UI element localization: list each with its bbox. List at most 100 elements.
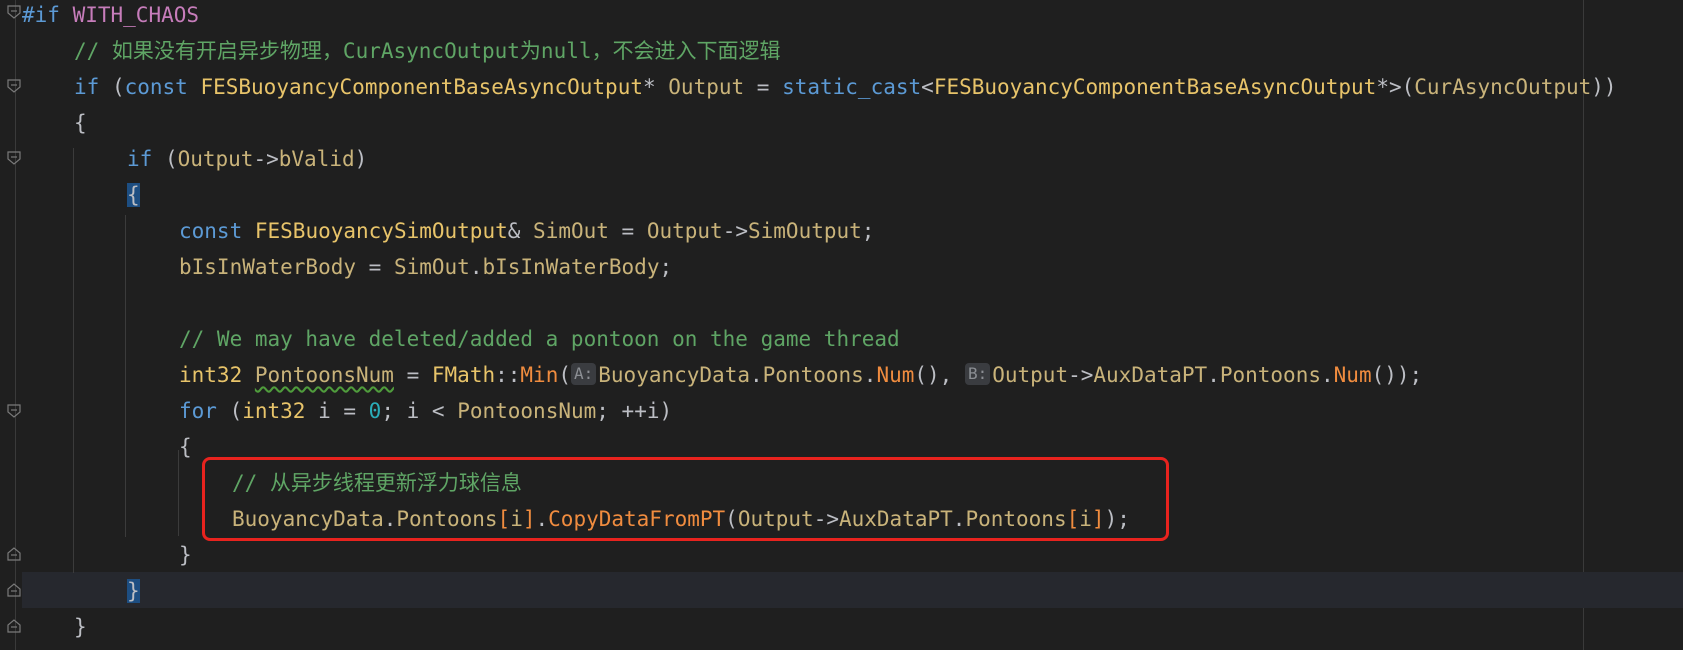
variable: Output bbox=[992, 363, 1069, 387]
function-name: Min bbox=[520, 363, 559, 387]
variable: BuoyancyData bbox=[598, 363, 750, 387]
punctuation: ( bbox=[99, 75, 125, 99]
keyword: const bbox=[124, 75, 188, 99]
code-line[interactable]: if (const FESBuoyancyComponentBaseAsyncO… bbox=[74, 69, 1617, 105]
field: bValid bbox=[278, 147, 355, 171]
variable: CurAsyncOutput bbox=[1414, 75, 1592, 99]
variable: bIsInWaterBody bbox=[179, 255, 357, 279]
variable: PontoonsNum bbox=[457, 399, 597, 423]
type-name: FESBuoyancyComponentBaseAsyncOutput bbox=[933, 75, 1377, 99]
code-line[interactable]: } bbox=[74, 609, 87, 645]
code-line[interactable]: { bbox=[179, 429, 192, 465]
function-name: Num bbox=[876, 363, 915, 387]
punctuation: = bbox=[744, 75, 783, 99]
punctuation: ()); bbox=[1371, 363, 1423, 387]
preprocessor-directive: #if bbox=[22, 3, 60, 27]
variable: Output bbox=[177, 147, 254, 171]
code-line[interactable]: #if WITH_CHAOS bbox=[22, 0, 199, 33]
field: SimOutput bbox=[748, 219, 862, 243]
macro-name: WITH_CHAOS bbox=[72, 3, 200, 27]
fold-open-icon[interactable] bbox=[7, 404, 21, 418]
code-line[interactable]: // 如果没有开启异步物理，CurAsyncOutput为null，不会进入下面… bbox=[74, 33, 781, 69]
code-editor[interactable]: #if WITH_CHAOS // 如果没有开启异步物理，CurAsyncOut… bbox=[0, 0, 1683, 650]
variable: Output bbox=[668, 75, 745, 99]
code-line[interactable]: { bbox=[127, 177, 140, 213]
parameter-hint: A: bbox=[571, 363, 597, 385]
punctuation: -> bbox=[253, 147, 279, 171]
variable: PontoonsNum bbox=[254, 363, 394, 387]
fold-close-icon[interactable] bbox=[7, 583, 21, 597]
punctuation bbox=[242, 363, 255, 387]
field: bIsInWaterBody bbox=[482, 255, 660, 279]
indent-guide bbox=[73, 148, 74, 573]
punctuation: ; bbox=[861, 219, 875, 243]
code-line[interactable]: int32 PontoonsNum = FMath::Min(A: Buoyanc… bbox=[179, 357, 1422, 393]
variable: Output bbox=[646, 219, 723, 243]
code-line[interactable]: // We may have deleted/added a pontoon o… bbox=[179, 321, 900, 357]
matched-brace: } bbox=[127, 579, 140, 603]
fold-open-icon[interactable] bbox=[7, 5, 21, 19]
field: Pontoons bbox=[1219, 363, 1321, 387]
punctuation: )) bbox=[1591, 75, 1617, 99]
fold-close-icon[interactable] bbox=[7, 547, 21, 561]
function-name: Num bbox=[1333, 363, 1372, 387]
number-literal: 0 bbox=[368, 399, 382, 423]
keyword: if bbox=[74, 75, 100, 99]
punctuation: . bbox=[749, 363, 763, 387]
fold-open-icon[interactable] bbox=[7, 79, 21, 93]
type-name: int32 bbox=[242, 399, 306, 423]
brace: } bbox=[74, 615, 87, 639]
punctuation: = bbox=[608, 219, 647, 243]
annotation-highlight-box bbox=[202, 457, 1169, 541]
punctuation: -> bbox=[722, 219, 748, 243]
current-line-highlight bbox=[22, 572, 1683, 608]
punctuation: = bbox=[393, 363, 432, 387]
punctuation: ) bbox=[354, 147, 368, 171]
matched-brace: { bbox=[127, 183, 140, 207]
punctuation: ; bbox=[659, 255, 673, 279]
punctuation: -> bbox=[1068, 363, 1094, 387]
punctuation: . bbox=[469, 255, 483, 279]
punctuation: . bbox=[1321, 363, 1334, 387]
punctuation: :: bbox=[495, 363, 521, 387]
punctuation: . bbox=[1207, 363, 1220, 387]
brace: { bbox=[74, 111, 87, 135]
keyword: static_cast bbox=[782, 75, 922, 99]
brace: } bbox=[179, 543, 192, 567]
punctuation: ; i < bbox=[381, 399, 458, 423]
field: Pontoons bbox=[762, 363, 864, 387]
fold-open-icon[interactable] bbox=[7, 151, 21, 165]
type-name: FESBuoyancySimOutput bbox=[254, 219, 508, 243]
punctuation: ( bbox=[216, 399, 243, 423]
punctuation: ( bbox=[152, 147, 178, 171]
punctuation: ; ++i) bbox=[596, 399, 673, 423]
punctuation: (), bbox=[914, 363, 965, 387]
field: AuxDataPT bbox=[1093, 363, 1208, 387]
comment: // We may have deleted/added a pontoon o… bbox=[179, 327, 900, 351]
punctuation: *>( bbox=[1376, 75, 1415, 99]
punctuation: ( bbox=[558, 363, 571, 387]
keyword: if bbox=[127, 147, 153, 171]
indent-guide bbox=[125, 215, 126, 537]
code-line[interactable]: } bbox=[179, 537, 192, 573]
punctuation: i = bbox=[305, 399, 369, 423]
punctuation: = bbox=[356, 255, 394, 279]
code-line[interactable]: const FESBuoyancySimOutput& SimOut = Out… bbox=[179, 213, 874, 249]
code-line[interactable]: } bbox=[127, 573, 140, 609]
code-line[interactable]: bIsInWaterBody = SimOut.bIsInWaterBody; bbox=[179, 249, 672, 285]
variable: SimOut bbox=[533, 219, 609, 243]
punctuation: * bbox=[642, 75, 669, 99]
keyword: for bbox=[179, 399, 217, 423]
code-line[interactable]: for (int32 i = 0; i < PontoonsNum; ++i) bbox=[179, 393, 672, 429]
brace: { bbox=[179, 435, 192, 459]
variable: SimOut bbox=[393, 255, 470, 279]
type-name: FMath bbox=[431, 363, 496, 387]
type-name: int32 bbox=[179, 363, 243, 387]
code-line[interactable]: { bbox=[74, 105, 87, 141]
type-name: FESBuoyancyComponentBaseAsyncOutput bbox=[200, 75, 643, 99]
code-line[interactable]: if (Output->bValid) bbox=[127, 141, 367, 177]
punctuation: < bbox=[921, 75, 934, 99]
keyword: const bbox=[179, 219, 243, 243]
fold-close-icon[interactable] bbox=[7, 619, 21, 633]
comment: // 如果没有开启异步物理，CurAsyncOutput为null，不会进入下面… bbox=[74, 39, 781, 63]
